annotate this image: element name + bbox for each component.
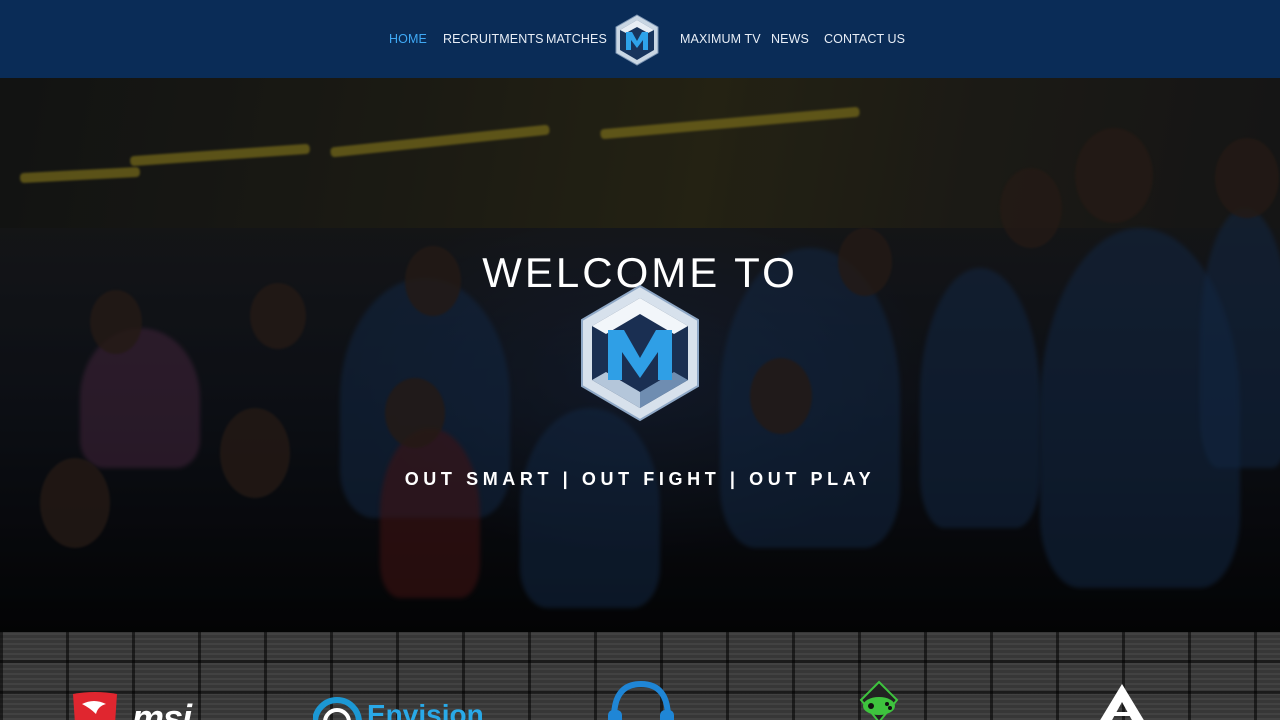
envision-icon bbox=[313, 697, 362, 720]
gaming-controller-icon bbox=[859, 680, 899, 720]
msi-logo-text: msi bbox=[132, 697, 192, 720]
headset-icon bbox=[608, 680, 674, 720]
maximum-logo-icon[interactable] bbox=[614, 14, 660, 66]
nav-home-link[interactable]: HOME bbox=[389, 31, 427, 47]
triangle-logo-icon bbox=[1100, 684, 1144, 720]
maximum-hex-logo-icon bbox=[581, 284, 699, 422]
hero-tagline: OUT SMART | OUT FIGHT | OUT PLAY bbox=[404, 469, 876, 489]
sponsors-strip: msi Envision bbox=[0, 632, 1280, 720]
nav-recruitments-link[interactable]: RECRUITMENTS bbox=[443, 31, 544, 47]
hero-section: WELCOME TO OUT SMART | OUT FIGHT | OUT P… bbox=[0, 78, 1280, 632]
nav-matches-link[interactable]: MATCHES bbox=[546, 31, 607, 47]
envision-logo-text: Envision bbox=[367, 699, 484, 720]
msi-dragon-icon bbox=[73, 692, 117, 720]
nav-news-link[interactable]: NEWS bbox=[771, 31, 809, 47]
nav-contact-us-link[interactable]: CONTACT US bbox=[824, 31, 905, 47]
top-navbar: HOME RECRUITMENTS MATCHES MAXIMUM TV NEW… bbox=[0, 0, 1280, 78]
nav-maximum-tv-link[interactable]: MAXIMUM TV bbox=[680, 31, 761, 47]
